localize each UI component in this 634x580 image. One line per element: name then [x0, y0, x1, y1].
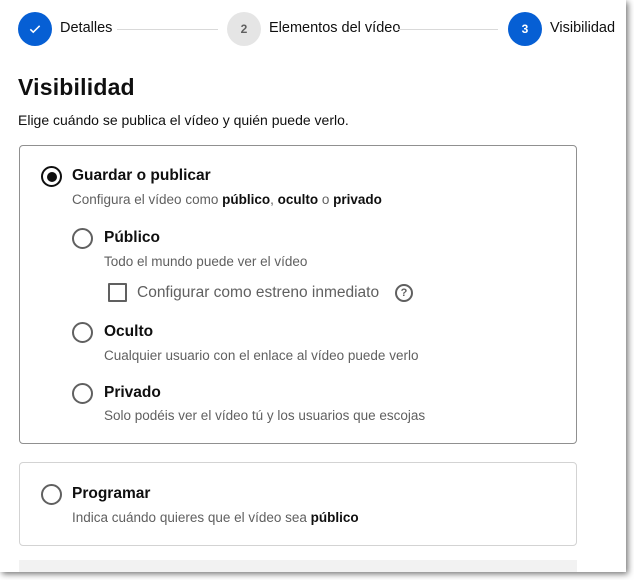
oculto-radio[interactable]	[72, 322, 93, 343]
privado-label[interactable]: Privado	[104, 384, 161, 402]
publico-label[interactable]: Público	[104, 229, 160, 247]
page-title: Visibilidad	[18, 74, 135, 100]
premiere-checkbox[interactable]	[108, 283, 127, 302]
question-circle-icon[interactable]: ?	[395, 284, 413, 302]
next-section-strip	[19, 560, 577, 572]
save-publish-description: Configura el vídeo como público, oculto …	[72, 192, 382, 207]
step-detalles-checkmark-icon[interactable]	[18, 12, 52, 46]
step-visibilidad-label[interactable]: Visibilidad	[550, 20, 615, 36]
page-subtitle: Elige cuándo se publica el vídeo y quién…	[18, 112, 349, 128]
save-publish-radio[interactable]	[41, 166, 62, 187]
oculto-description: Cualquier usuario con el enlace al vídeo…	[104, 348, 419, 363]
schedule-card: Programar Indica cuándo quieres que el v…	[19, 462, 577, 546]
checkmark-icon	[29, 25, 41, 34]
privado-radio[interactable]	[72, 383, 93, 404]
stepper-connector	[117, 29, 218, 30]
save-publish-label[interactable]: Guardar o publicar	[72, 167, 211, 185]
step-elementos-label[interactable]: Elementos del vídeo	[269, 20, 400, 36]
privado-description: Solo podéis ver el vídeo tú y los usuari…	[104, 408, 426, 423]
step-detalles-label[interactable]: Detalles	[60, 20, 112, 36]
schedule-radio[interactable]	[41, 484, 62, 505]
step-visibilidad-number[interactable]: 3	[508, 12, 542, 46]
oculto-label[interactable]: Oculto	[104, 323, 153, 341]
visibility-dialog: Detalles 2 Elementos del vídeo 3 Visibil…	[0, 0, 626, 572]
stepper-connector	[398, 29, 498, 30]
premiere-label[interactable]: Configurar como estreno inmediato	[137, 284, 379, 302]
publico-description: Todo el mundo puede ver el vídeo	[104, 254, 308, 269]
publico-radio[interactable]	[72, 228, 93, 249]
stepper: Detalles 2 Elementos del vídeo 3 Visibil…	[0, 0, 626, 60]
schedule-description: Indica cuándo quieres que el vídeo sea p…	[72, 510, 359, 525]
save-publish-card: Guardar o publicar Configura el vídeo co…	[19, 145, 577, 444]
step-elementos-number[interactable]: 2	[227, 12, 261, 46]
schedule-label[interactable]: Programar	[72, 485, 150, 503]
